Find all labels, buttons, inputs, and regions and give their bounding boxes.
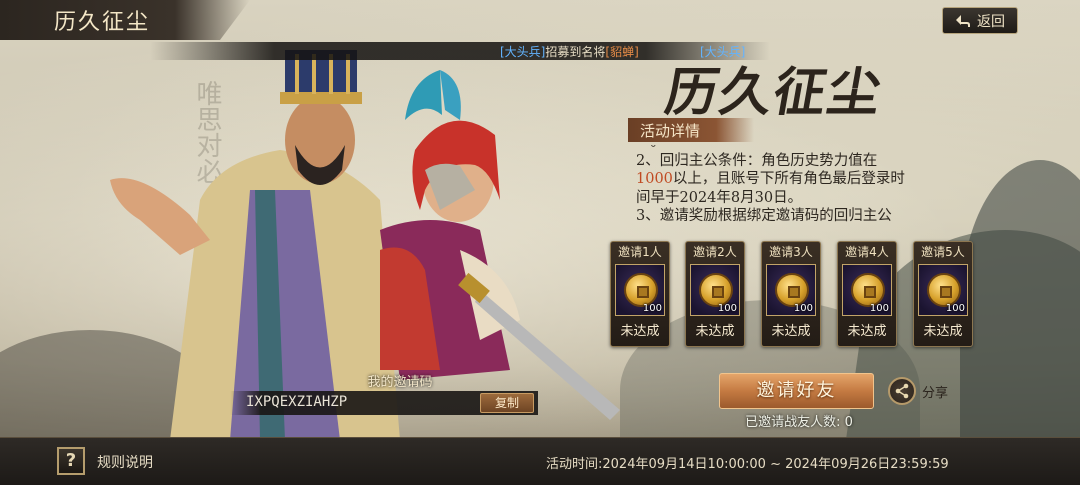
reward-slot[interactable]: 100 [615, 264, 665, 316]
reward-status: 未达成 [620, 324, 660, 339]
reward-label: 邀请3人 [769, 245, 813, 259]
event-title: 历久征尘 [660, 62, 888, 123]
invite-friends-button[interactable]: 邀请好友 [719, 373, 874, 409]
reward-slot[interactable]: 100 [842, 264, 892, 316]
copper-coin-icon [851, 273, 885, 307]
details-text[interactable]: 一。 2、回归主公条件：角色历史势力值在 1000以上，且账号下所有角色最后登录… [636, 145, 1016, 233]
details-header: 活动详情 [628, 118, 754, 142]
reward-label: 邀请4人 [845, 245, 889, 259]
title-banner: 历久征尘 [0, 0, 250, 40]
reward-status: 未达成 [847, 324, 887, 339]
reward-quantity: 100 [717, 303, 737, 314]
reward-slot[interactable]: 100 [766, 264, 816, 316]
copper-coin-icon [624, 273, 658, 307]
invited-count: 已邀请战友人数: 0 [745, 415, 853, 430]
share-label: 分享 [922, 385, 949, 401]
reward-status: 未达成 [695, 324, 735, 339]
share-button[interactable]: 分享 [888, 376, 958, 406]
copper-coin-icon [699, 273, 733, 307]
ticker-text: 招募到名将 [545, 45, 606, 59]
reward-status: 未达成 [771, 324, 811, 339]
ticker-hero: [貂蝉] [605, 45, 639, 59]
details-highlight: 1000 [636, 171, 673, 187]
warrior-figure [380, 70, 620, 420]
reward-slot[interactable]: 100 [690, 264, 740, 316]
page-title: 历久征尘 [54, 10, 151, 35]
copper-coin-icon [775, 273, 809, 307]
invite-code-value: IXPQEXZIAHZP [246, 394, 348, 410]
invite-code-box: IXPQEXZIAHZP 复制 [230, 391, 538, 415]
back-label: 返回 [977, 13, 1005, 30]
copper-coin-icon [927, 273, 961, 307]
reward-card[interactable]: 邀请3人 100 未达成 [761, 241, 821, 347]
help-icon[interactable]: ? [57, 447, 85, 475]
share-icon [888, 377, 916, 405]
rules-link[interactable]: 规则说明 [97, 452, 153, 472]
event-screen: 唯思对必 历久征尘 返回 [大头兵]招募到名将[貂蝉] [大头兵] 历久征尘 活… [0, 0, 1080, 485]
reward-card[interactable]: 邀请4人 100 未达成 [837, 241, 897, 347]
ticker-player: [大头兵] [500, 45, 546, 59]
reward-quantity: 100 [945, 303, 965, 314]
reward-label: 邀请2人 [693, 245, 737, 259]
copy-button[interactable]: 复制 [480, 393, 534, 413]
reward-card[interactable]: 邀请1人 100 未达成 [610, 241, 670, 347]
reward-slot[interactable]: 100 [918, 264, 968, 316]
details-line: 3、邀请奖励根据绑定邀请码的回归主公 [636, 208, 892, 224]
details-line: 间早于2024年8月30日。 [636, 189, 803, 206]
reward-card[interactable]: 邀请2人 100 未达成 [685, 241, 745, 347]
back-button[interactable]: 返回 [942, 7, 1018, 34]
back-arrow-icon [956, 14, 970, 27]
event-time: 活动时间:2024年09月14日10:00:00 ~ 2024年09月26日23… [546, 457, 949, 472]
details-line: 1000以上，且账号下所有角色最后登录时 [636, 170, 1016, 189]
details-line: 2、回归主公条件：角色历史势力值在 [636, 152, 878, 169]
details-line-rest: 以上，且账号下所有角色最后登录时 [672, 171, 905, 187]
bottom-bar: ? 规则说明 活动时间:2024年09月14日10:00:00 ~ 2024年0… [0, 437, 1080, 485]
reward-card[interactable]: 邀请5人 100 未达成 [913, 241, 973, 347]
ticker-message: [大头兵]招募到名将[貂蝉] [500, 43, 639, 60]
reward-label: 邀请5人 [921, 245, 965, 259]
invite-code-label: 我的邀请码 [367, 375, 433, 390]
reward-quantity: 100 [869, 303, 889, 314]
reward-status: 未达成 [923, 324, 963, 339]
reward-quantity: 100 [793, 303, 813, 314]
reward-quantity: 100 [642, 303, 662, 314]
reward-label: 邀请1人 [618, 245, 662, 259]
